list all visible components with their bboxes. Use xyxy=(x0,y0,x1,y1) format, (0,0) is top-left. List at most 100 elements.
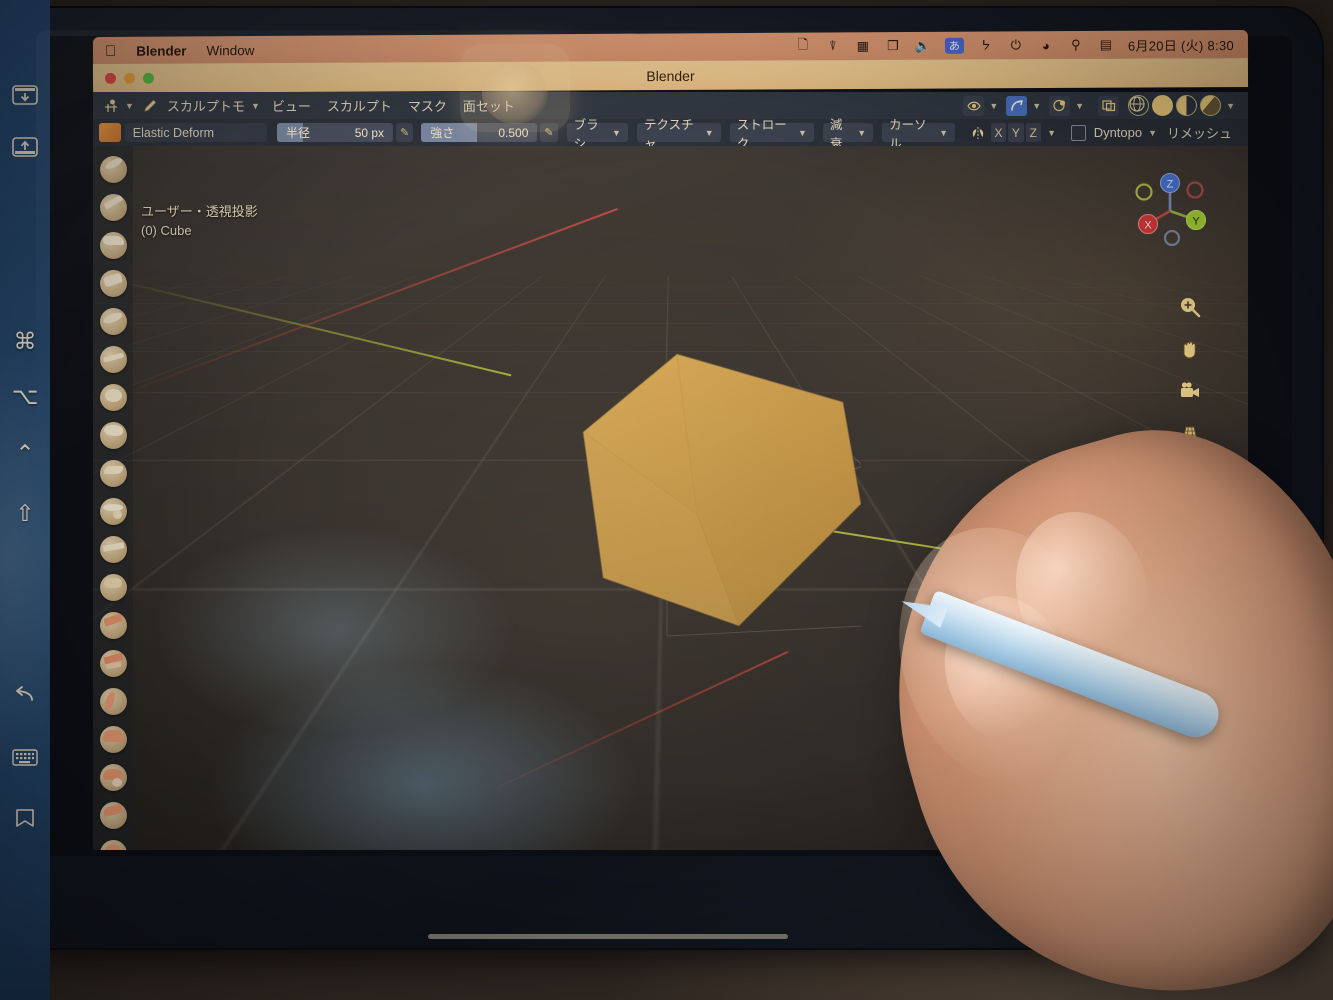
battery-charging-icon[interactable]: ⏻ xyxy=(1008,37,1024,53)
brush-preview-swatch[interactable] xyxy=(99,123,121,142)
brush-popover[interactable]: ブラシ ▼ xyxy=(566,118,628,151)
volume-icon[interactable]: 🔈 xyxy=(915,38,931,53)
clay-thumb-brush-icon xyxy=(99,307,127,335)
ipad-sidebar: ⌘ ⌥ ⌃ ⇧ xyxy=(0,0,50,1000)
tool-clay-brush[interactable] xyxy=(95,226,131,264)
editor-type-3dview-icon[interactable] xyxy=(99,96,123,116)
menu-mask[interactable]: マスク xyxy=(408,96,447,115)
viewport-view-info: ユーザー・透視投影 xyxy=(141,204,258,219)
tool-blob-brush[interactable] xyxy=(95,416,131,454)
pressure-radius-icon[interactable]: ✎ xyxy=(396,123,414,142)
tag-button[interactable] xyxy=(4,800,46,838)
tool-clay-strips-brush[interactable] xyxy=(95,264,131,302)
bluetooth-icon[interactable]: ᔭ xyxy=(978,38,994,53)
tool-clay-thumb-brush[interactable] xyxy=(95,302,131,340)
tool-draw-sharp-brush[interactable] xyxy=(95,188,131,226)
visibility-chevron-down-icon[interactable]: ▼ xyxy=(989,101,998,111)
apple-logo-icon[interactable]:  xyxy=(105,42,116,59)
pan-hand-icon[interactable] xyxy=(1177,336,1203,362)
tool-smooth-brush[interactable] xyxy=(95,492,131,530)
clipboard-icon[interactable]: 🗋 xyxy=(795,37,811,54)
editor-type-chevron-down-icon[interactable]: ▼ xyxy=(125,101,134,111)
command-key[interactable]: ⌘ xyxy=(4,322,46,360)
xray-toggle-icon[interactable] xyxy=(1098,95,1120,116)
svg-text:Y: Y xyxy=(1192,216,1200,228)
falloff-popover[interactable]: 減衰 ▼ xyxy=(822,118,874,151)
object-visibility-icon[interactable] xyxy=(963,95,985,116)
solid-shading-icon[interactable] xyxy=(1152,95,1174,116)
mode-chevron-down-icon[interactable]: ▼ xyxy=(251,101,260,111)
inflate-brush-icon xyxy=(99,383,127,411)
menubar-clock[interactable]: 6月20日 (火) 8:30 xyxy=(1128,35,1234,55)
camera-view-icon[interactable] xyxy=(1177,378,1203,404)
material-preview-shading-icon[interactable] xyxy=(1176,95,1198,116)
search-icon[interactable]: ⚲ xyxy=(1068,37,1084,52)
option-key[interactable]: ⌥ xyxy=(4,377,46,415)
tool-draw-brush[interactable] xyxy=(95,150,131,188)
hide-toolbar-button[interactable] xyxy=(4,76,46,114)
sculpted-cube-object[interactable] xyxy=(491,336,861,646)
radius-slider[interactable]: 半径 50 px xyxy=(276,123,394,142)
wireframe-shading-icon[interactable] xyxy=(1128,95,1150,116)
stroke-popover[interactable]: ストローク ▼ xyxy=(729,118,814,151)
fill-brush-icon xyxy=(99,573,127,601)
sculpt-mode-icon[interactable] xyxy=(139,96,163,116)
navigation-gizmo[interactable]: Z Y X xyxy=(1127,164,1213,250)
home-indicator[interactable] xyxy=(428,934,788,939)
dyntopo-label[interactable]: Dyntopo xyxy=(1094,125,1142,140)
undo-button[interactable] xyxy=(4,675,46,713)
rendered-shading-icon[interactable] xyxy=(1200,95,1222,116)
symmetry-axis-z[interactable]: Z xyxy=(1025,123,1042,142)
brush-name-field[interactable]: Elastic Deform xyxy=(124,123,267,142)
cursor-popover[interactable]: カーソル ▼ xyxy=(882,118,956,151)
tool-fill-brush[interactable] xyxy=(95,568,131,606)
window-title: Blender xyxy=(646,67,695,84)
tool-grab-brush[interactable] xyxy=(95,720,131,758)
control-key-glyph: ⌃ xyxy=(15,439,35,466)
gizmo-chevron-down-icon[interactable]: ▼ xyxy=(1032,101,1041,111)
zoom-icon[interactable] xyxy=(1177,294,1203,320)
wifi-icon[interactable]: ◕ xyxy=(1038,38,1054,53)
screen-mirror-icon[interactable]: ⍒ xyxy=(825,38,841,54)
ime-indicator[interactable]: あ xyxy=(944,37,964,54)
thumb-brush-icon xyxy=(99,839,127,850)
shift-key[interactable]: ⇧ xyxy=(4,494,46,532)
pressure-strength-icon[interactable]: ✎ xyxy=(540,123,558,142)
symmetry-icon[interactable] xyxy=(967,123,989,143)
split-view-icon[interactable]: ▦ xyxy=(855,38,871,54)
tool-elastic-deform-brush[interactable] xyxy=(95,758,131,796)
mode-selector-label[interactable]: スカルプトモ xyxy=(167,96,245,115)
tool-crease-brush[interactable] xyxy=(95,454,131,492)
control-center-icon[interactable]: ▤ xyxy=(1098,37,1114,52)
remesh-label[interactable]: リメッシュ xyxy=(1167,123,1232,142)
show-toolbar-button[interactable] xyxy=(4,128,46,166)
menubar-app-name[interactable]: Blender xyxy=(136,43,186,58)
tool-layer-brush[interactable] xyxy=(95,340,131,378)
overlays-chevron-down-icon[interactable]: ▼ xyxy=(1075,101,1084,111)
shading-chevron-down-icon[interactable]: ▼ xyxy=(1226,101,1235,111)
menu-view[interactable]: ビュー xyxy=(272,96,311,115)
menu-sculpt[interactable]: スカルプト xyxy=(327,96,392,115)
mission-control-icon[interactable]: ❐ xyxy=(885,38,901,54)
tool-thumb-brush[interactable] xyxy=(95,834,131,850)
keyboard-button[interactable] xyxy=(4,738,46,776)
strength-slider[interactable]: 強さ 0.500 xyxy=(421,123,538,142)
tool-inflate-brush[interactable] xyxy=(95,378,131,416)
tool-scrape-brush[interactable] xyxy=(95,606,131,644)
symmetry-axis-x[interactable]: X xyxy=(990,123,1007,142)
tool-pinch-brush[interactable] xyxy=(95,682,131,720)
tool-multiplane-scrape-brush[interactable] xyxy=(95,644,131,682)
overlays-icon[interactable] xyxy=(1049,95,1071,116)
symmetry-chevron-down-icon[interactable]: ▼ xyxy=(1047,128,1056,138)
menubar-window-menu[interactable]: Window xyxy=(206,43,254,58)
control-key[interactable]: ⌃ xyxy=(4,434,46,472)
symmetry-axis-y[interactable]: Y xyxy=(1008,123,1024,142)
tool-flatten-brush[interactable] xyxy=(95,530,131,568)
gizmo-icon[interactable] xyxy=(1006,95,1028,116)
dyntopo-chevron-down-icon[interactable]: ▼ xyxy=(1148,128,1157,138)
tool-snake-hook-brush[interactable] xyxy=(95,796,131,834)
dyntopo-checkbox[interactable] xyxy=(1070,124,1086,141)
radius-value: 50 px xyxy=(354,125,385,140)
texture-popover[interactable]: テクスチャ ▼ xyxy=(636,118,721,151)
viewport-nav-tools xyxy=(1177,294,1203,446)
